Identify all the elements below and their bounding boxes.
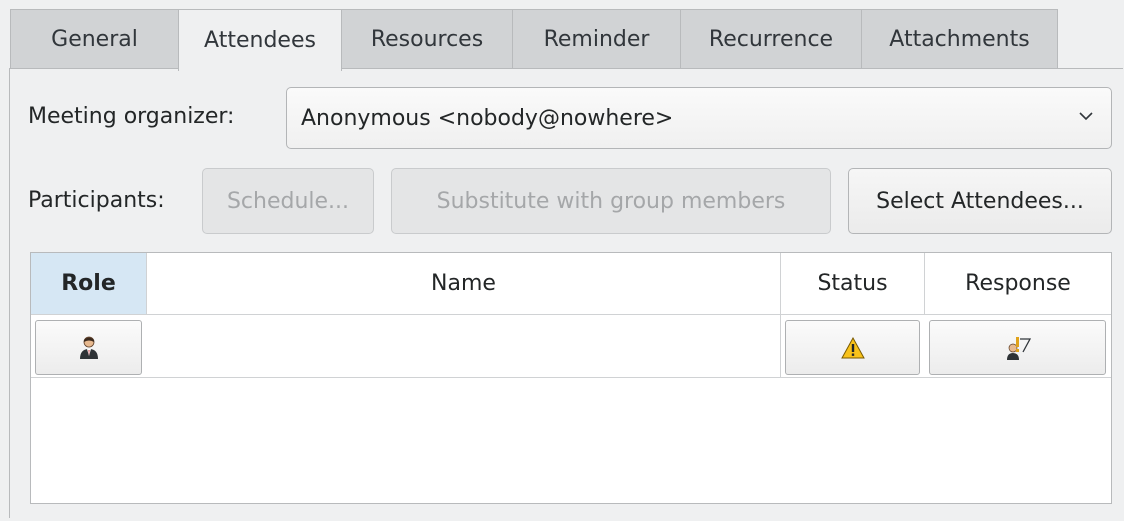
row-divider	[31, 377, 1111, 378]
status-button[interactable]	[785, 320, 920, 375]
column-header-response[interactable]: Response	[925, 253, 1111, 315]
column-header-status[interactable]: Status	[781, 253, 925, 315]
chevron-down-icon	[1079, 112, 1093, 121]
request-response-icon	[1006, 336, 1031, 360]
substitute-group-members-button[interactable]: Substitute with group members	[391, 168, 831, 234]
response-button[interactable]	[929, 320, 1106, 375]
tab-reminder[interactable]: Reminder	[512, 9, 681, 69]
attendee-table: Role Name Status Response	[30, 252, 1112, 504]
tab-general[interactable]: General	[10, 9, 179, 69]
attendee-person-icon	[79, 336, 98, 359]
participants-label: Participants:	[28, 188, 165, 213]
schedule-button[interactable]: Schedule...	[202, 168, 374, 234]
column-header-name[interactable]: Name	[147, 253, 781, 315]
select-attendees-button[interactable]: Select Attendees...	[848, 168, 1112, 234]
name-cell[interactable]	[147, 315, 781, 377]
organizer-label: Meeting organizer:	[28, 104, 235, 129]
column-header-role[interactable]: Role	[31, 253, 147, 315]
organizer-combobox[interactable]: Anonymous <nobody@nowhere>	[286, 87, 1112, 149]
tab-bar: General Attendees Resources Reminder Rec…	[10, 9, 1058, 71]
tab-resources[interactable]: Resources	[341, 9, 513, 69]
tab-attachments[interactable]: Attachments	[861, 9, 1058, 69]
tab-recurrence[interactable]: Recurrence	[680, 9, 862, 69]
organizer-value: Anonymous <nobody@nowhere>	[301, 105, 674, 131]
role-button[interactable]	[35, 320, 142, 375]
warning-icon	[840, 336, 865, 358]
tab-attendees[interactable]: Attendees	[178, 9, 342, 71]
